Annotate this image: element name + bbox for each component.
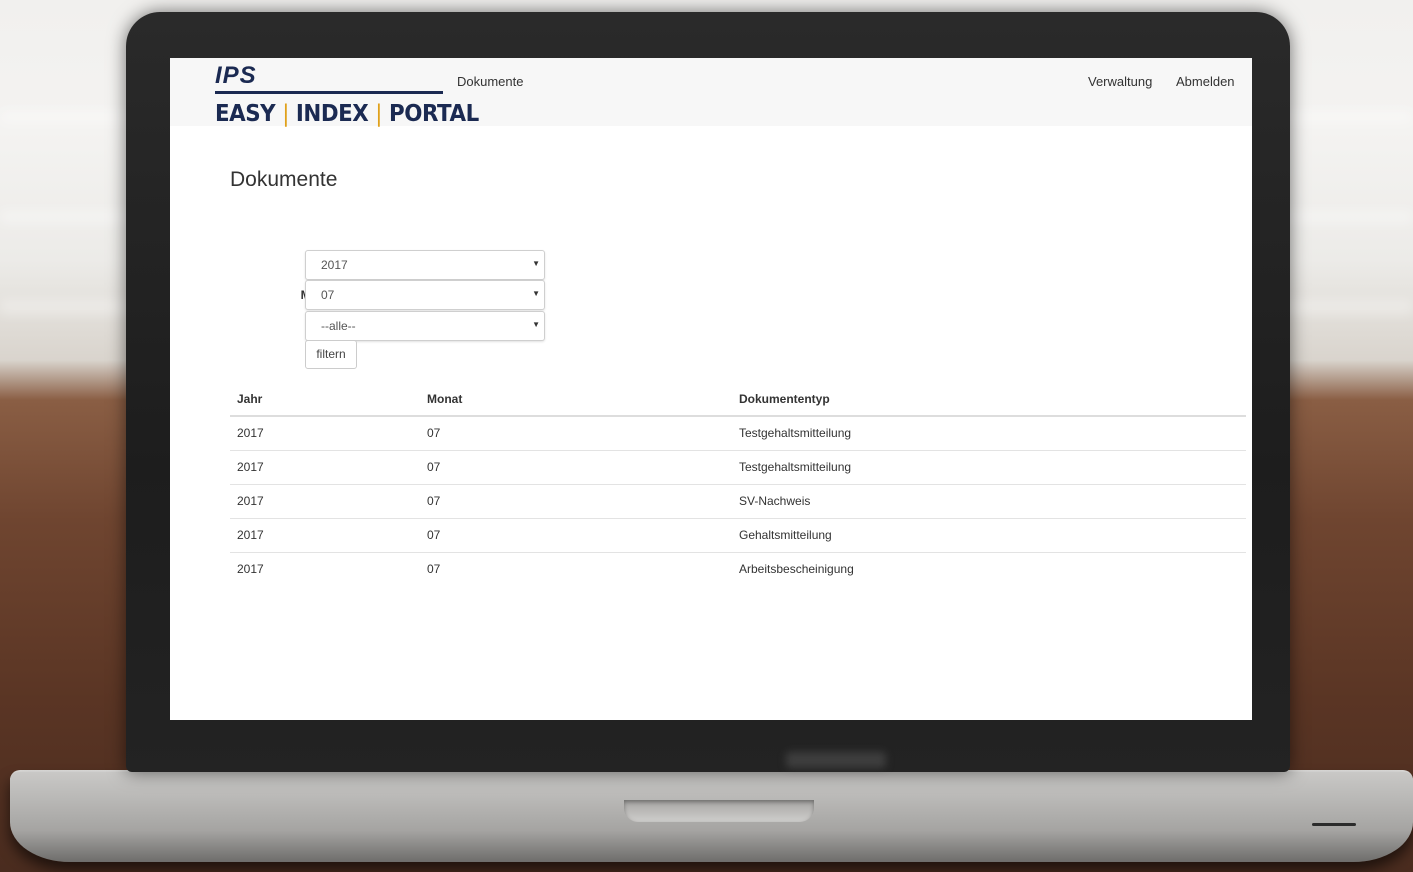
cell-year: 2017 (230, 416, 420, 451)
cell-month: 07 (427, 562, 441, 576)
year-select-value: 2017 (321, 258, 348, 272)
filter-button[interactable]: filtern (305, 340, 357, 369)
cell-doctype[interactable]: Testgehaltsmitteilung (732, 450, 1246, 485)
brand-logo[interactable]: IPS EASY | INDEX | PORTAL (215, 62, 479, 128)
table-row[interactable]: 2017 07 Arbeitsbescheinigung (230, 553, 1246, 587)
year-select[interactable]: 2017 ▼ (305, 250, 545, 280)
table-header-row: Jahr Monat Dokumententyp (230, 384, 1246, 417)
laptop-notch (624, 800, 814, 822)
logo-underline (215, 91, 443, 94)
caret-down-icon: ▼ (532, 259, 540, 268)
documents-table: Jahr Monat Dokumententyp 2017 07 Testgeh… (230, 384, 1246, 586)
month-select-value: 07 (321, 288, 335, 302)
nav-link-documents[interactable]: Dokumente (457, 74, 523, 89)
filter-row-year: Jahr: 2017 ▼ (230, 250, 550, 280)
cell-doctype[interactable]: Testgehaltsmitteilung (732, 416, 1246, 451)
table-row[interactable]: 2017 07 Testgehaltsmitteilung (230, 450, 1246, 485)
logo-ips-mark: IPS (215, 62, 257, 89)
column-header-month[interactable]: Monat (420, 384, 732, 417)
month-select[interactable]: 07 ▼ (305, 280, 545, 310)
browser-screen: IPS EASY | INDEX | PORTAL Dokumente Verw… (170, 58, 1252, 720)
nav-link-logout[interactable]: Abmelden (1176, 74, 1235, 89)
cell-doctype[interactable]: Gehaltsmitteilung (732, 518, 1246, 553)
cell-month: 07 (420, 484, 732, 519)
cell-year: 2017 (237, 562, 264, 576)
top-navbar: IPS EASY | INDEX | PORTAL Dokumente Verw… (170, 58, 1252, 128)
cell-month: 07 (420, 518, 732, 553)
filter-row-month: Monat: 07 ▼ (230, 280, 550, 310)
table-row[interactable]: 2017 07 SV-Nachweis (230, 484, 1246, 519)
column-header-doctype[interactable]: Dokumententyp (732, 384, 1246, 417)
caret-down-icon: ▼ (532, 320, 540, 329)
cell-month: 07 (420, 450, 732, 485)
logo-wordmark: EASY | INDEX | PORTAL (215, 100, 479, 128)
logo-word-easy: EASY (215, 101, 276, 127)
logo-word-index: INDEX (295, 101, 369, 127)
laptop-led (1312, 823, 1356, 826)
cell-year: 2017 (230, 450, 420, 485)
page-title: Dokumente (230, 168, 338, 191)
cell-month: 07 (420, 416, 732, 451)
column-header-year[interactable]: Jahr (230, 384, 420, 417)
type-select[interactable]: --alle-- ▼ (305, 311, 545, 341)
cell-year: 2017 (230, 518, 420, 553)
type-select-value: --alle-- (321, 319, 356, 333)
table-row[interactable]: 2017 07 Testgehaltsmitteilung (230, 416, 1246, 451)
nav-link-admin[interactable]: Verwaltung (1088, 74, 1152, 89)
table-row[interactable]: 2017 07 Gehaltsmitteilung (230, 518, 1246, 553)
logo-separator: | (282, 101, 289, 127)
logo-word-portal: PORTAL (389, 101, 479, 127)
filter-row-type: Typ: --alle-- ▼ (230, 311, 550, 341)
cell-doctype[interactable]: Arbeitsbescheinigung (732, 553, 1246, 587)
cell-year: 2017 (230, 484, 420, 519)
laptop-brand-mark (786, 752, 886, 768)
logo-separator: | (375, 101, 383, 127)
cell-doctype[interactable]: SV-Nachweis (732, 484, 1246, 519)
caret-down-icon: ▼ (532, 289, 540, 298)
